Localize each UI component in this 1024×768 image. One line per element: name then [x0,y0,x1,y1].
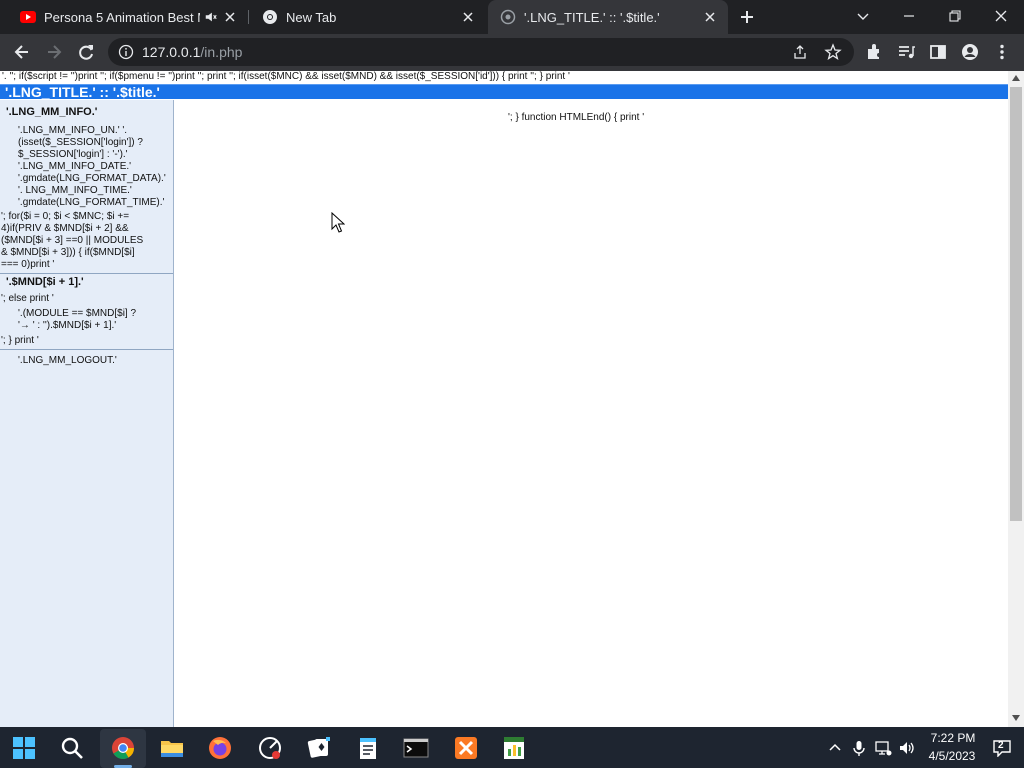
loop-code-line: === 0)print ' [1,259,55,270]
tab-search-chevron-icon[interactable] [853,6,873,26]
notepad-icon[interactable] [355,735,381,761]
tab-title: Persona 5 Animation Best M [44,9,200,25]
reload-icon[interactable] [76,42,96,62]
profile-icon[interactable] [960,42,980,62]
url-text: 127.0.0.1/in.php [142,44,242,60]
globe-icon [500,9,516,25]
notification-count: 2 [998,740,1004,751]
chrome-icon[interactable] [110,735,136,761]
info-heading: '.LNG_MM_INFO.' [6,106,98,118]
close-tab-icon[interactable] [702,9,718,25]
info-line: '.gmdate(LNG_FORMAT_TIME).' [18,197,165,208]
windows-taskbar: 7:22 PM 4/5/2023 2 [0,727,1024,768]
raw-php-code-header: '. ''; if($script != '')print ''; if($pm… [2,71,570,82]
info-line: '.LNG_MM_INFO_UN.' '. [18,125,128,136]
url-host: 127.0.0.1 [142,44,201,60]
clock-time[interactable]: 7:22 PM [928,731,978,745]
notification-center-button[interactable]: 2 [992,739,1012,757]
else-code-line: '; else print ' [1,293,54,304]
xampp-icon[interactable] [453,735,479,761]
minimize-icon[interactable] [899,6,919,26]
speaker-muted-icon[interactable] [204,10,218,24]
extensions-icon[interactable] [864,42,884,62]
terminal-icon[interactable] [403,735,429,761]
youtube-icon [20,11,36,23]
volume-icon[interactable] [898,739,916,757]
tab-new-tab[interactable]: New Tab [250,0,486,34]
spreadsheet-icon[interactable] [501,735,527,761]
tab-active-page[interactable]: '.LNG_TITLE.' :: '.$title.' [488,0,728,34]
chrome-icon [263,10,277,24]
solitaire-icon[interactable] [306,735,332,761]
close-code-line: '; } print ' [1,335,39,346]
address-bar[interactable]: 127.0.0.1/in.php [108,38,854,66]
tab-title: New Tab [286,9,337,25]
network-icon[interactable] [874,739,892,757]
logout-link[interactable]: '.LNG_MM_LOGOUT.' [18,355,117,367]
menu-item-code[interactable]: '→ ' : '').$MND[$i + 1].' [18,320,116,332]
browser-toolbar: 127.0.0.1/in.php [0,34,1024,71]
side-panel-icon[interactable] [928,42,948,62]
page-viewport: '. ''; if($script != '')print ''; if($pm… [0,71,1008,727]
firefox-icon[interactable] [207,735,233,761]
back-icon[interactable] [12,42,32,62]
restore-icon[interactable] [945,6,965,26]
mouse-cursor-icon [331,212,345,233]
sidebar-divider [0,273,173,274]
sidebar-menu: '.LNG_MM_INFO.' '.LNG_MM_INFO_UN.' '. (i… [0,100,174,727]
scroll-down-arrow-icon[interactable] [1012,715,1020,721]
clock-date[interactable]: 4/5/2023 [922,749,982,763]
close-tab-icon[interactable] [460,9,476,25]
info-line: $_SESSION['login'] : '-').' [18,149,128,160]
sidebar-divider [0,349,173,350]
raw-php-code-main: '; } function HTMLEnd() { print ' [508,112,645,123]
loop-code-line: & $MND[$i + 3])) { if($MND[$i] [1,247,135,258]
tab-title: '.LNG_TITLE.' :: '.$title.' [524,9,660,25]
loop-code-line: 4)if(PRIV & $MND[$i + 2] && [1,223,129,234]
page-title-bar: '.LNG_TITLE.' :: '.$title.' [0,84,1008,100]
share-icon[interactable] [792,44,808,60]
new-tab-icon[interactable] [738,8,756,26]
bookmark-star-icon[interactable] [824,43,842,61]
tab-youtube[interactable]: Persona 5 Animation Best M [8,0,248,34]
site-info-icon[interactable] [118,44,134,60]
forward-icon[interactable] [44,42,64,62]
loop-code-line: '; for($i = 0; $i < $MNC; $i += [1,211,130,222]
menu-dots-icon[interactable] [992,42,1012,62]
url-path: /in.php [200,44,243,60]
close-tab-icon[interactable] [222,9,238,25]
scrollbar-thumb[interactable] [1010,87,1022,521]
search-icon[interactable] [59,735,85,761]
tab-separator [248,10,249,24]
app-icon[interactable] [257,735,283,761]
menu-heading: '.$MND[$i + 1].' [6,276,84,288]
microphone-icon[interactable] [850,739,868,757]
file-explorer-icon[interactable] [159,735,185,761]
tab-strip: Persona 5 Animation Best M New Tab '.LNG… [0,0,1024,34]
windows-start-icon[interactable] [11,735,37,761]
info-line: '.LNG_MM_INFO_DATE.' [18,161,132,172]
vertical-scrollbar[interactable] [1008,71,1024,727]
scroll-up-arrow-icon[interactable] [1012,75,1020,81]
page-title: '.LNG_TITLE.' :: '.$title.' [5,84,160,100]
info-line: '.gmdate(LNG_FORMAT_DATA).' [18,173,166,184]
loop-code-line: ($MND[$i + 3] ==0 || MODULES [1,235,144,246]
media-control-icon[interactable] [896,42,916,62]
info-line: (isset($_SESSION['login']) ? [18,137,143,148]
menu-item-code[interactable]: '.(MODULE == $MND[$i] ? [18,308,136,320]
close-window-icon[interactable] [991,6,1011,26]
info-line: '. LNG_MM_INFO_TIME.' [18,185,132,196]
chevron-up-icon[interactable] [826,739,844,757]
